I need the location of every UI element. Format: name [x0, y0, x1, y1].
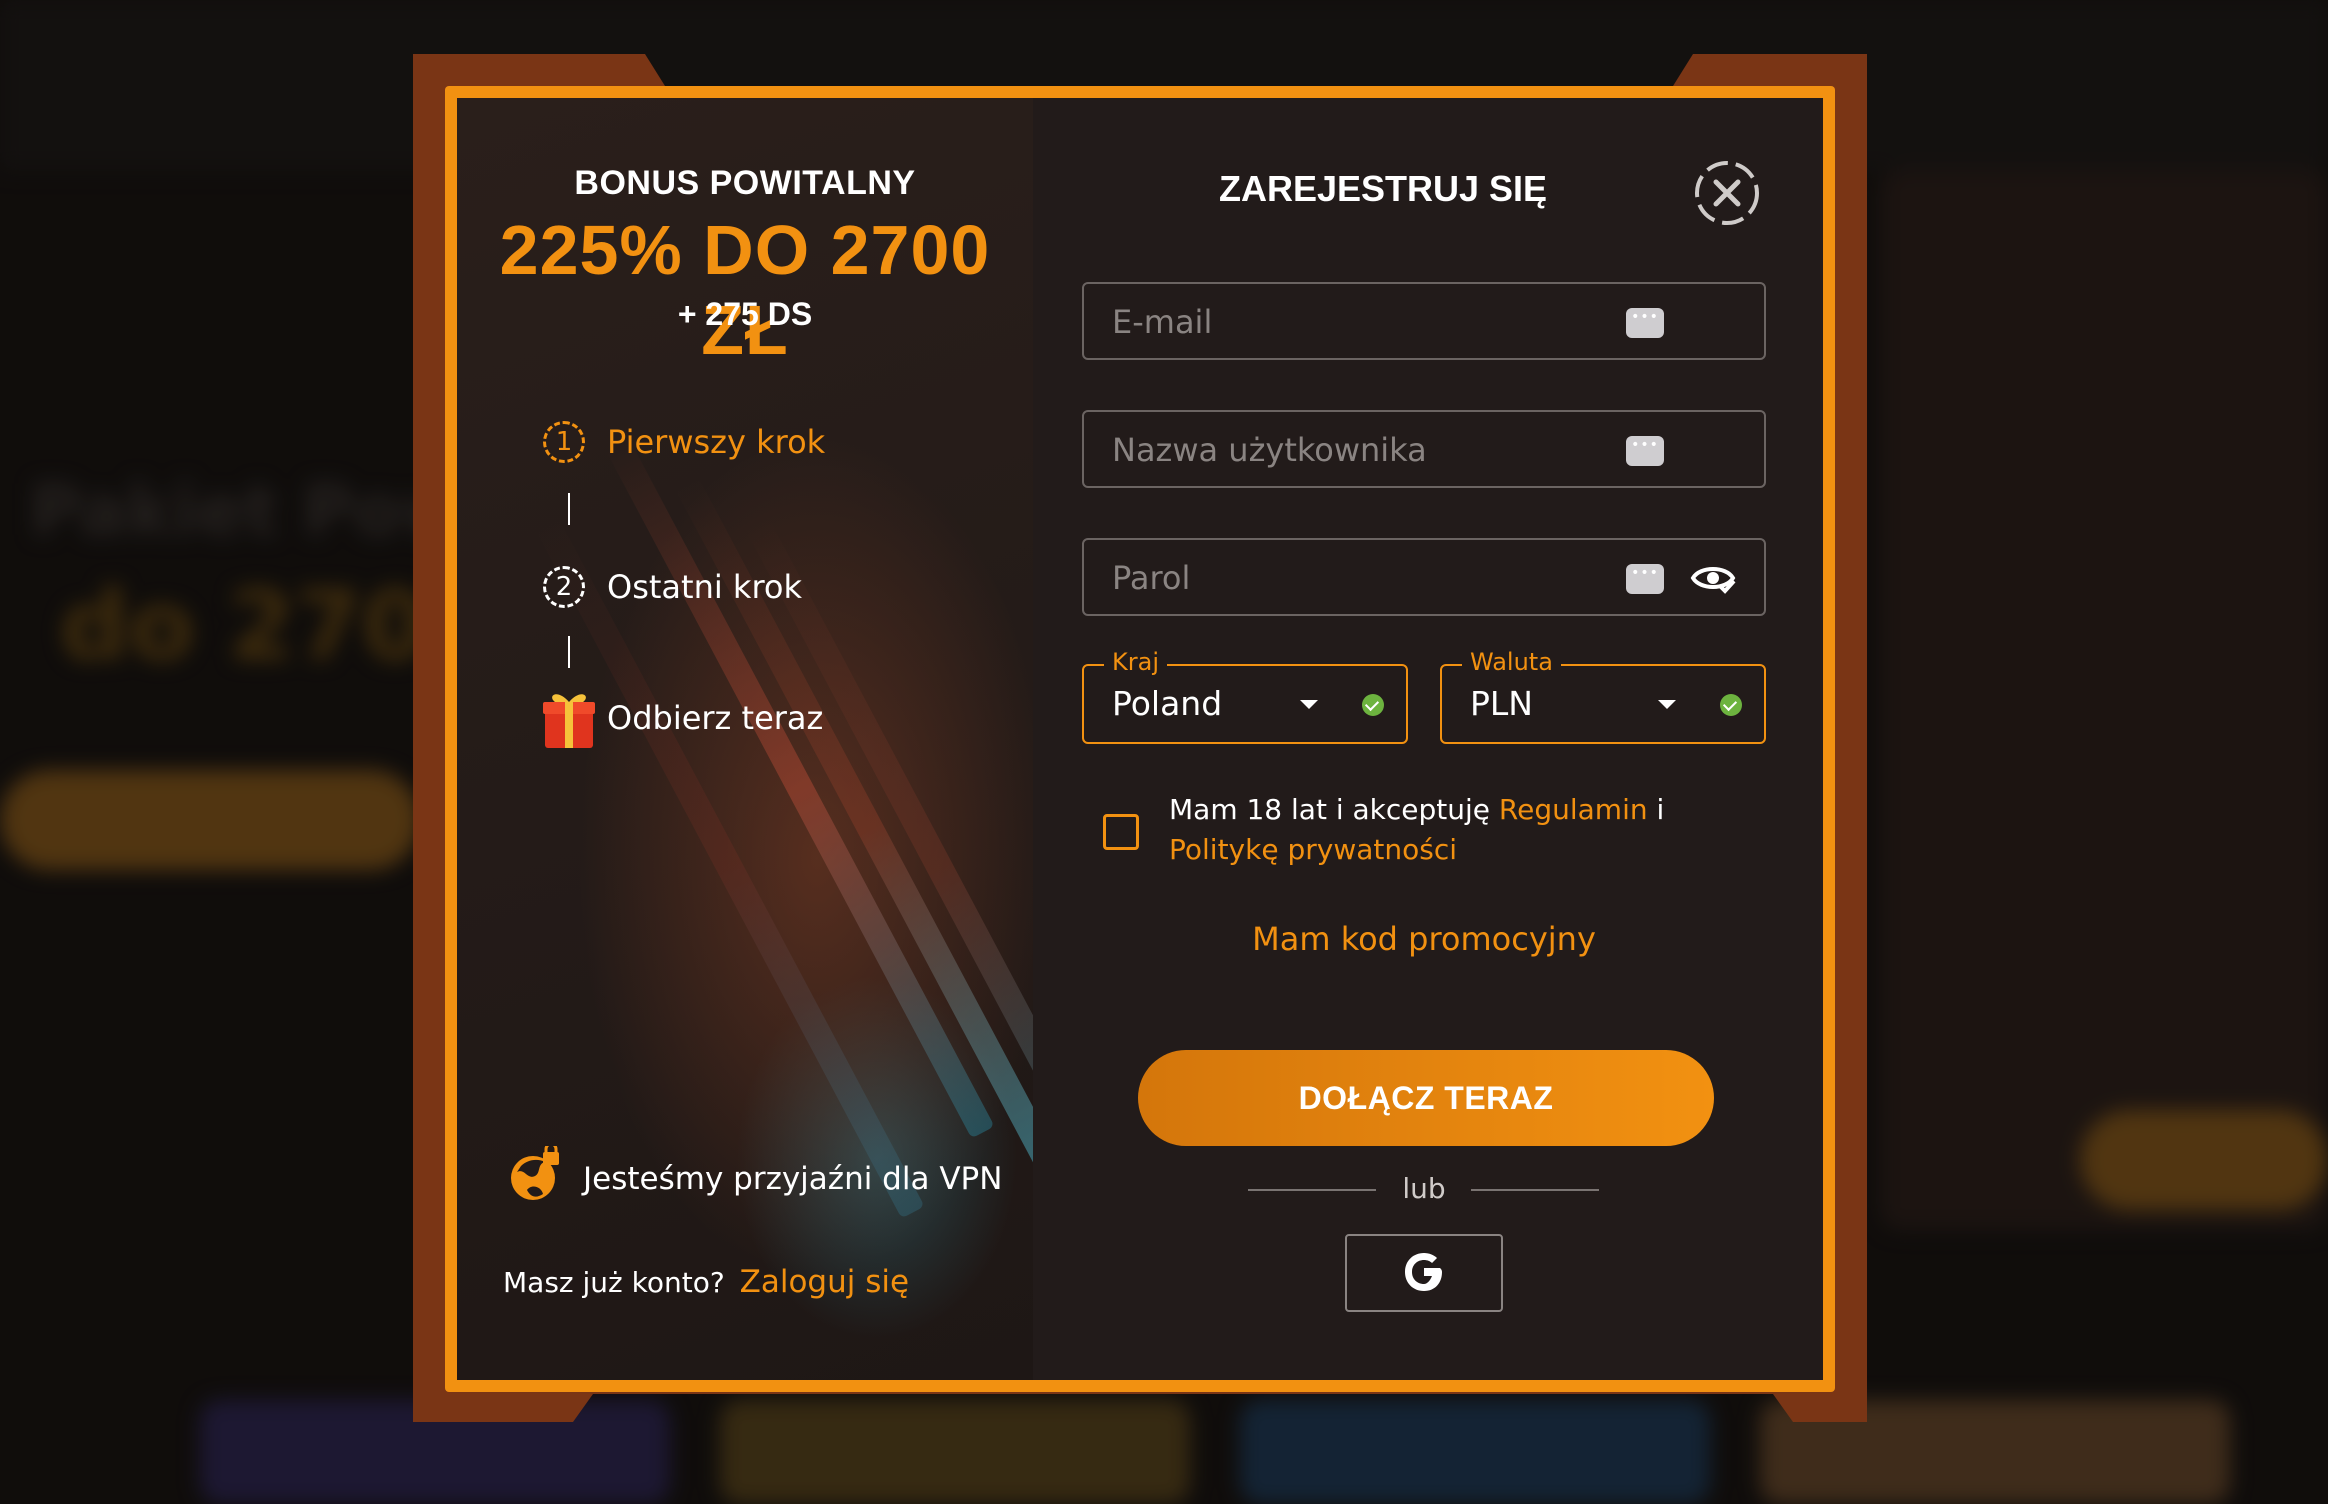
join-button[interactable]: DOŁĄCZ TERAZ — [1138, 1050, 1714, 1146]
step-last: 2 Ostatni krok — [543, 566, 802, 608]
step-number: 1 — [543, 421, 585, 463]
username-field[interactable]: Nazwa użytkownika — [1082, 410, 1766, 488]
show-password-icon[interactable] — [1690, 560, 1736, 600]
vpn-note: Jesteśmy przyjaźni dla VPN — [507, 1142, 1003, 1212]
currency-legend: Waluta — [1462, 648, 1561, 676]
register-form: ZAREJESTRUJ SIĘ E-mail Nazwa użytkownika… — [1033, 98, 1823, 1380]
bonus-panel: BONUS POWITALNY 225% DO 2700 ZŁ + 275 DS… — [457, 98, 1033, 1380]
chevron-down-icon — [1658, 700, 1676, 709]
bonus-extra: + 275 DS — [677, 296, 813, 332]
country-legend: Kraj — [1104, 648, 1167, 676]
login-question: Masz już konto? — [503, 1266, 725, 1299]
bonus-amount: 225% DO 2700 ZŁ — [499, 211, 991, 369]
currency-value: PLN — [1470, 684, 1533, 723]
step-claim: Odbierz teraz — [541, 688, 823, 748]
chevron-down-icon — [1300, 700, 1318, 709]
currency-select[interactable]: Waluta PLN — [1440, 648, 1766, 744]
terms-checkbox[interactable] — [1103, 814, 1139, 850]
step-connector — [568, 636, 570, 668]
divider-line — [1471, 1189, 1599, 1191]
close-icon — [1695, 161, 1759, 225]
step-number: 2 — [543, 566, 585, 608]
check-icon — [1720, 694, 1742, 716]
promo-code-link[interactable]: Mam kod promocyjny — [1033, 920, 1815, 958]
step-label: Odbierz teraz — [607, 699, 824, 737]
or-label: lub — [1402, 1172, 1446, 1205]
autofill-icon[interactable] — [1626, 436, 1664, 466]
register-title: ZAREJESTRUJ SIĘ — [1218, 168, 1548, 209]
password-placeholder: Parol — [1112, 559, 1191, 597]
step-first: 1 Pierwszy krok — [543, 421, 825, 463]
google-signin-button[interactable] — [1345, 1234, 1503, 1312]
gift-icon — [541, 688, 597, 748]
country-value: Poland — [1112, 684, 1223, 723]
privacy-link[interactable]: Politykę prywatności — [1169, 833, 1457, 866]
globe-lock-icon — [507, 1142, 565, 1212]
country-select[interactable]: Kraj Poland — [1082, 648, 1408, 744]
step-label: Pierwszy krok — [607, 423, 826, 461]
decor-streak — [535, 517, 925, 1219]
step-label: Ostatni krok — [607, 568, 802, 606]
check-icon — [1362, 694, 1384, 716]
register-modal: BONUS POWITALNY 225% DO 2700 ZŁ + 275 DS… — [457, 98, 1823, 1380]
close-button[interactable] — [1692, 158, 1762, 228]
terms-and: i — [1656, 793, 1665, 826]
terms-text: Mam 18 lat i akceptuję Regulamin i Polit… — [1169, 790, 1749, 870]
bonus-title: BONUS POWITALNY — [574, 164, 916, 202]
decor-streak — [605, 437, 995, 1139]
autofill-icon[interactable] — [1626, 564, 1664, 594]
vpn-text: Jesteśmy przyjaźni dla VPN — [583, 1161, 1003, 1197]
username-placeholder: Nazwa użytkownika — [1112, 431, 1427, 469]
autofill-icon[interactable] — [1626, 308, 1664, 338]
terms-link[interactable]: Regulamin — [1499, 793, 1648, 826]
step-connector — [568, 493, 570, 525]
password-field[interactable]: Parol — [1082, 538, 1766, 616]
terms-prefix: Mam 18 lat i akceptuję — [1169, 793, 1491, 826]
email-placeholder: E-mail — [1112, 303, 1213, 341]
email-field[interactable]: E-mail — [1082, 282, 1766, 360]
login-prompt: Masz już konto? Zaloguj się — [503, 1264, 909, 1300]
google-icon — [1405, 1252, 1442, 1291]
login-link[interactable]: Zaloguj się — [740, 1264, 909, 1300]
